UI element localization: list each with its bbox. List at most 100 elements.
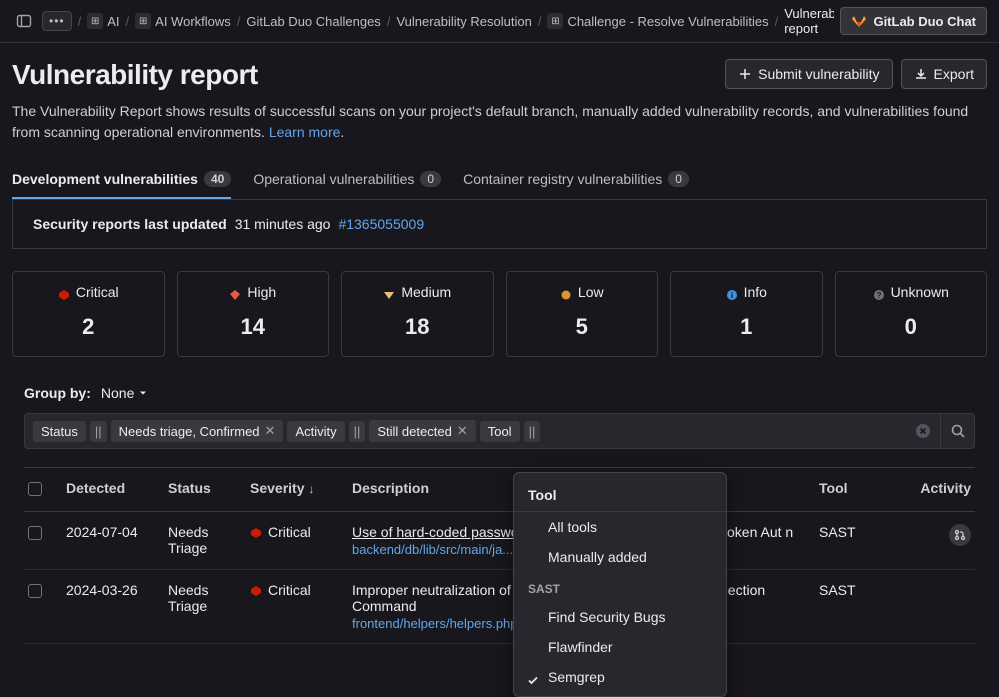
status-cell: Needs Triage — [168, 524, 248, 556]
table-header: Detected Status Severity ↓ Description I… — [24, 467, 975, 512]
card-label: Info — [744, 284, 767, 300]
more-breadcrumbs-icon[interactable]: ••• — [42, 11, 72, 31]
breadcrumb-label: AI — [107, 14, 119, 29]
card-unknown[interactable]: ? Unknown 0 — [835, 271, 988, 357]
col-activity[interactable]: Activity — [911, 480, 971, 496]
breadcrumb-item[interactable]: ⊞AI Workflows — [135, 13, 231, 29]
dropdown-item-flawfinder[interactable]: Flawfinder — [514, 632, 726, 662]
card-medium[interactable]: Medium 18 — [341, 271, 494, 357]
svg-text:?: ? — [876, 291, 881, 300]
security-reports-updated: Security reports last updated 31 minutes… — [12, 200, 987, 249]
page-title: Vulnerability report — [12, 59, 258, 91]
breadcrumb-item[interactable]: ⊞Challenge - Resolve Vulnerabilities — [547, 13, 768, 29]
chat-button-label: GitLab Duo Chat — [873, 14, 976, 29]
severity-icon — [250, 582, 262, 598]
card-count: 5 — [515, 314, 650, 340]
card-low[interactable]: Low 5 — [506, 271, 659, 357]
tab-badge: 0 — [420, 171, 441, 187]
card-count: 0 — [844, 314, 979, 340]
table-row[interactable]: 2024-07-04 Needs Triage Critical Use of … — [24, 512, 975, 570]
breadcrumb-current: Vulnerability report — [784, 6, 834, 36]
card-high[interactable]: High 14 — [177, 271, 330, 357]
filter-token-activity-key[interactable]: Activity — [287, 421, 344, 442]
card-label: Low — [578, 284, 604, 300]
tool-cell: SAST — [819, 582, 909, 598]
card-critical[interactable]: Critical 2 — [12, 271, 165, 357]
card-label: High — [247, 284, 276, 300]
card-label: Unknown — [891, 284, 949, 300]
severity-icon — [383, 286, 395, 298]
close-icon[interactable]: ✕ — [457, 423, 468, 439]
description-text: The Vulnerability Report shows results o… — [12, 103, 968, 140]
severity-cell: Critical — [250, 582, 350, 598]
export-button[interactable]: Export — [901, 59, 987, 89]
submit-vulnerability-button[interactable]: Submit vulnerability — [725, 59, 892, 89]
card-count: 2 — [21, 314, 156, 340]
dropdown-item-find-security-bugs[interactable]: Find Security Bugs — [514, 602, 726, 632]
severity-icon — [58, 286, 70, 298]
updated-time: 31 minutes ago — [235, 216, 331, 232]
filter-token-status-value[interactable]: Needs triage, Confirmed ✕ — [111, 420, 284, 442]
detected-cell: 2024-03-26 — [66, 582, 166, 598]
group-by-label: Group by: — [24, 385, 91, 401]
row-checkbox[interactable] — [28, 584, 42, 598]
breadcrumb-item[interactable]: Vulnerability Resolution — [396, 14, 531, 29]
check-icon — [526, 671, 540, 687]
row-checkbox[interactable] — [28, 526, 42, 540]
close-icon[interactable]: ✕ — [265, 423, 276, 439]
card-info[interactable]: i Info 1 — [670, 271, 823, 357]
col-detected[interactable]: Detected — [66, 480, 166, 496]
search-icon[interactable] — [940, 414, 974, 448]
filter-token-tool-key[interactable]: Tool — [480, 421, 520, 442]
tab-development[interactable]: Development vulnerabilities 40 — [12, 161, 231, 199]
filter-token-activity-value[interactable]: Still detected ✕ — [369, 420, 475, 442]
col-status[interactable]: Status — [168, 480, 248, 496]
tab-container-registry[interactable]: Container registry vulnerabilities 0 — [463, 161, 689, 199]
col-tool[interactable]: Tool — [819, 480, 909, 496]
merge-request-icon[interactable] — [949, 524, 971, 546]
group-by-row: Group by: None — [24, 385, 987, 401]
breadcrumb-item[interactable]: ⊞AI — [87, 13, 119, 29]
filter-operator: || — [90, 421, 107, 442]
chevron-down-icon — [138, 388, 148, 398]
pipeline-link[interactable]: #1365055009 — [338, 216, 424, 232]
card-label: Critical — [76, 284, 119, 300]
filter-token-status-key[interactable]: Status — [33, 421, 86, 442]
card-count: 1 — [679, 314, 814, 340]
group-by-value: None — [101, 385, 134, 401]
dropdown-item-semgrep[interactable]: Semgrep — [514, 662, 726, 692]
dropdown-item-manually-added[interactable]: Manually added — [514, 542, 726, 572]
breadcrumb-label: Vulnerability Resolution — [396, 14, 531, 29]
table-row[interactable]: 2024-03-26 Needs Triage Critical Imprope… — [24, 570, 975, 644]
tab-operational[interactable]: Operational vulnerabilities 0 — [253, 161, 441, 199]
button-label: Submit vulnerability — [758, 66, 879, 82]
dropdown-item-all-tools[interactable]: All tools — [514, 512, 726, 542]
sidebar-toggle-icon[interactable] — [12, 9, 36, 33]
severity-icon: i — [726, 286, 738, 298]
breadcrumb-item[interactable]: GitLab Duo Challenges — [246, 14, 380, 29]
card-count: 18 — [350, 314, 485, 340]
select-all-checkbox[interactable] — [28, 482, 42, 496]
breadcrumb-label: Challenge - Resolve Vulnerabilities — [567, 14, 768, 29]
severity-icon — [229, 286, 241, 298]
detected-cell: 2024-07-04 — [66, 524, 166, 540]
filter-bar[interactable]: Status || Needs triage, Confirmed ✕ Acti… — [24, 413, 975, 449]
card-label: Medium — [401, 284, 451, 300]
severity-cell: Critical — [250, 524, 350, 540]
gitlab-duo-chat-button[interactable]: GitLab Duo Chat — [840, 7, 987, 35]
learn-more-link[interactable]: Learn more — [269, 124, 341, 140]
tab-label: Operational vulnerabilities — [253, 171, 414, 187]
svg-text:i: i — [730, 291, 732, 300]
filter-operator: || — [349, 421, 366, 442]
tool-filter-dropdown[interactable]: Tool All tools Manually added SAST Find … — [513, 472, 727, 697]
dropdown-title: Tool — [514, 477, 726, 512]
tab-badge: 40 — [204, 171, 231, 187]
severity-icon: ? — [873, 286, 885, 298]
page-description: The Vulnerability Report shows results o… — [12, 101, 987, 143]
tabs: Development vulnerabilities 40 Operation… — [12, 161, 987, 200]
group-by-dropdown[interactable]: None — [101, 385, 148, 401]
sort-down-icon: ↓ — [308, 482, 314, 496]
breadcrumb-label: AI Workflows — [155, 14, 231, 29]
clear-filters-icon[interactable] — [906, 414, 940, 448]
col-severity[interactable]: Severity ↓ — [250, 480, 350, 496]
